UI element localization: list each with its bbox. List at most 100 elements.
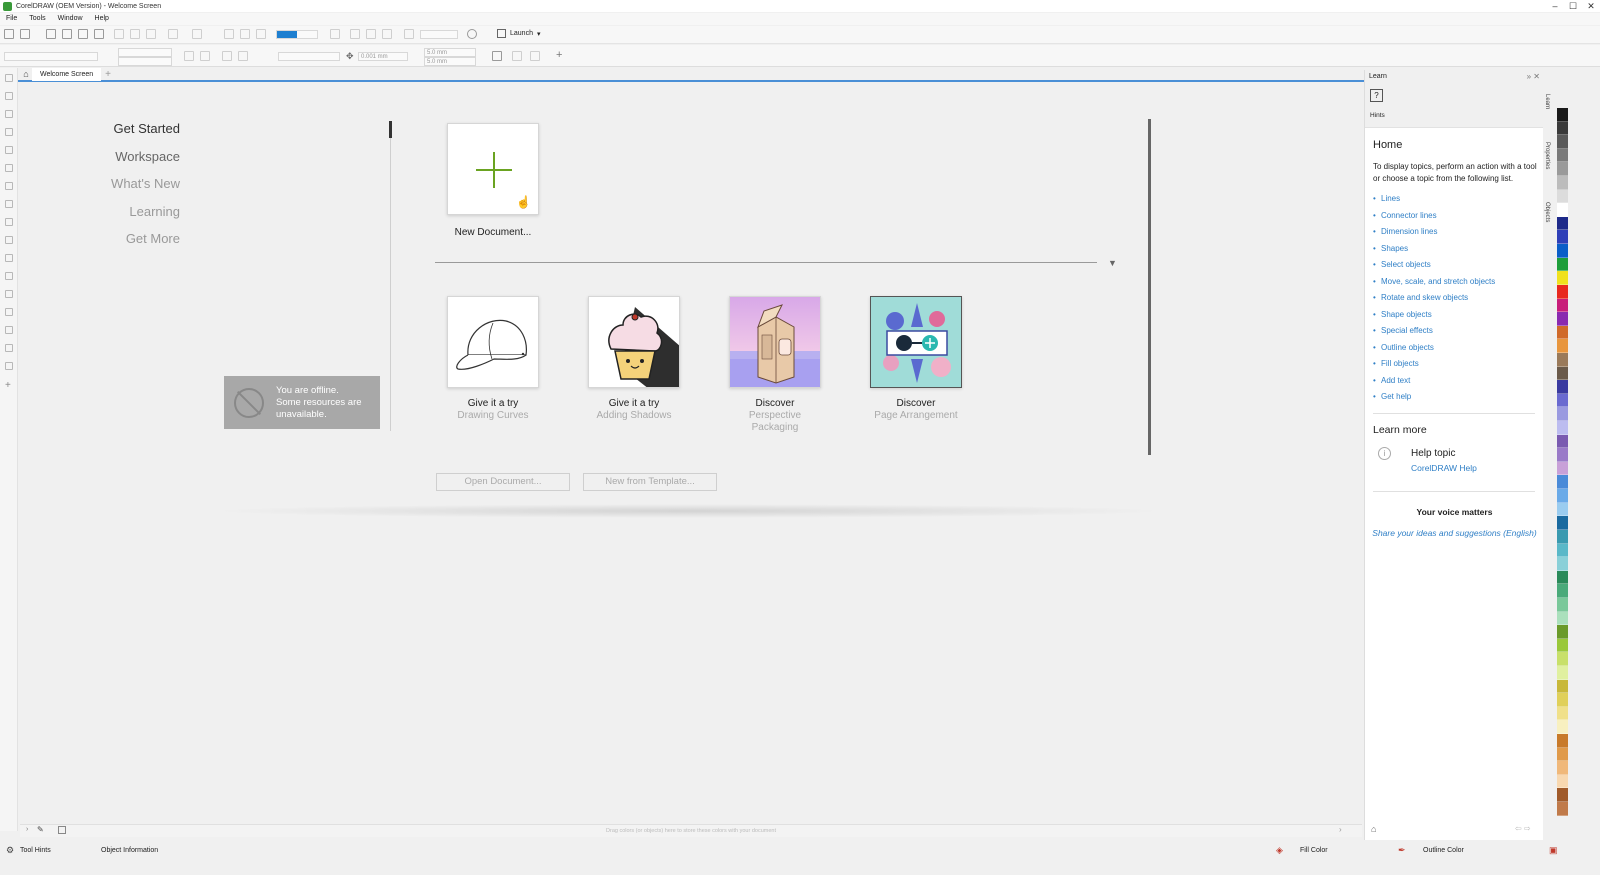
show-guidelines-icon[interactable]	[382, 29, 392, 39]
topic-link[interactable]: Move, scale, and stretch objects	[1373, 277, 1495, 294]
palette-swatch[interactable]	[1557, 366, 1568, 381]
all-pages-icon[interactable]	[222, 51, 232, 61]
palette-swatch[interactable]	[1557, 421, 1568, 435]
palette-swatch[interactable]	[1557, 434, 1568, 449]
cloud-icon[interactable]	[62, 29, 72, 39]
options-icon[interactable]	[530, 51, 540, 61]
topic-link[interactable]: Add text	[1373, 376, 1495, 393]
pick-tool-icon[interactable]	[5, 74, 13, 82]
palette-swatch[interactable]	[1557, 189, 1568, 204]
shape-tool-icon[interactable]	[5, 92, 13, 100]
palette-swatch[interactable]	[1557, 216, 1568, 231]
tutorial-card-page-arrangement[interactable]	[870, 296, 962, 388]
eyedropper-icon[interactable]: ✎	[37, 825, 44, 834]
connector-tool-icon[interactable]	[5, 272, 13, 280]
palette-swatch[interactable]	[1557, 734, 1568, 748]
draw-scale-icon[interactable]	[512, 51, 522, 61]
portrait-icon[interactable]	[184, 51, 194, 61]
nav-get-started[interactable]: Get Started	[114, 121, 180, 136]
current-page-icon[interactable]	[238, 51, 248, 61]
palette-swatch[interactable]	[1557, 761, 1568, 775]
palette-swatch[interactable]	[1557, 611, 1568, 626]
polygon-tool-icon[interactable]	[5, 218, 13, 226]
color-palette[interactable]	[1557, 108, 1568, 816]
palette-swatch[interactable]	[1557, 298, 1568, 313]
tutorial-card-drawing-curves[interactable]	[447, 296, 539, 388]
palette-swatch[interactable]	[1557, 325, 1568, 340]
crop-tool-icon[interactable]	[5, 110, 13, 118]
palette-swatch[interactable]	[1557, 529, 1568, 544]
show-grid-icon[interactable]	[366, 29, 376, 39]
copy-icon[interactable]	[130, 29, 140, 39]
palette-swatch[interactable]	[1557, 638, 1568, 653]
palette-swatch[interactable]	[1557, 108, 1568, 122]
nudge-distance-field[interactable]: 0.001 mm	[358, 52, 408, 61]
palette-swatch[interactable]	[1557, 597, 1568, 612]
rectangle-tool-icon[interactable]	[5, 182, 13, 190]
new-document-label[interactable]: New Document...	[439, 227, 547, 238]
zoom-level-field[interactable]	[276, 30, 318, 39]
hints-icon[interactable]: ?	[1370, 89, 1383, 102]
new-from-template-button[interactable]: New from Template...	[583, 473, 717, 491]
page-size-dropdown[interactable]	[4, 52, 98, 61]
tab-welcome-screen[interactable]: Welcome Screen	[32, 67, 102, 81]
palette-swatch[interactable]	[1557, 339, 1568, 353]
palette-swatch[interactable]	[1557, 162, 1568, 177]
palette-swatch[interactable]	[1557, 393, 1568, 408]
menu-window[interactable]: Window	[52, 13, 89, 25]
docker-tab-properties[interactable]: Properties	[1544, 142, 1550, 169]
text-tool-icon[interactable]	[5, 236, 13, 244]
print-icon[interactable]	[94, 29, 104, 39]
palette-swatch[interactable]	[1557, 230, 1568, 245]
undo-icon[interactable]	[168, 29, 178, 39]
open-document-button[interactable]: Open Document...	[436, 473, 570, 491]
palette-swatch[interactable]	[1557, 543, 1568, 558]
palette-swatch[interactable]	[1557, 407, 1568, 422]
import-file-icon[interactable]	[224, 29, 234, 39]
redo-icon[interactable]	[192, 29, 202, 39]
show-rulers-icon[interactable]	[350, 29, 360, 39]
palette-expand-icon[interactable]: ›	[26, 826, 28, 833]
palette-swatch[interactable]	[1557, 257, 1568, 272]
snap-to-dropdown[interactable]	[420, 30, 458, 39]
outline-color-indicator[interactable]: Outline Color	[1423, 847, 1464, 854]
duplicate-distance-y-field[interactable]: 5.0 mm	[424, 57, 476, 66]
minimize-icon[interactable]: –	[1546, 0, 1564, 12]
palette-swatch[interactable]	[1557, 652, 1568, 666]
maximize-icon[interactable]: ☐	[1564, 0, 1582, 12]
palette-swatch[interactable]	[1557, 774, 1568, 789]
expand-triangle-icon[interactable]: ▼	[1108, 258, 1117, 268]
palette-swatch[interactable]	[1557, 516, 1568, 530]
add-tab-button[interactable]: +	[105, 69, 111, 80]
interactive-fill-tool-icon[interactable]	[5, 344, 13, 352]
nav-learning[interactable]: Learning	[129, 204, 180, 219]
docker-pin-close-icon[interactable]: » ✕	[1527, 70, 1540, 83]
palette-scroll-right-icon[interactable]: ›	[1339, 825, 1342, 834]
snap-to-icon[interactable]	[404, 29, 414, 39]
tutorial-card-adding-shadows[interactable]	[588, 296, 680, 388]
topic-link[interactable]: Shape objects	[1373, 310, 1495, 327]
freehand-tool-icon[interactable]	[5, 146, 13, 154]
open-icon[interactable]	[20, 29, 30, 39]
save-icon[interactable]	[46, 29, 56, 39]
docker-home-icon[interactable]: ⌂	[1371, 824, 1376, 834]
treat-as-filled-icon[interactable]	[492, 51, 502, 61]
palette-swatch[interactable]	[1557, 720, 1568, 735]
topic-link[interactable]: Outline objects	[1373, 343, 1495, 360]
landscape-icon[interactable]	[200, 51, 210, 61]
docker-tab-learn[interactable]: Learn	[1544, 94, 1550, 109]
menu-help[interactable]: Help	[89, 13, 115, 25]
nav-whats-new[interactable]: What's New	[111, 176, 180, 191]
drop-shadow-tool-icon[interactable]	[5, 290, 13, 298]
color-eyedropper-tool-icon[interactable]	[5, 326, 13, 334]
tutorial-card-perspective-packaging[interactable]	[729, 296, 821, 388]
palette-swatch[interactable]	[1557, 570, 1568, 585]
ellipse-tool-icon[interactable]	[5, 200, 13, 208]
smart-fill-tool-icon[interactable]	[5, 362, 13, 370]
palette-swatch[interactable]	[1557, 557, 1568, 571]
gear-icon[interactable]	[467, 29, 477, 39]
palette-swatch[interactable]	[1557, 665, 1568, 680]
palette-swatch[interactable]	[1557, 148, 1568, 163]
export-file-icon[interactable]	[240, 29, 250, 39]
palette-swatch[interactable]	[1557, 312, 1568, 326]
